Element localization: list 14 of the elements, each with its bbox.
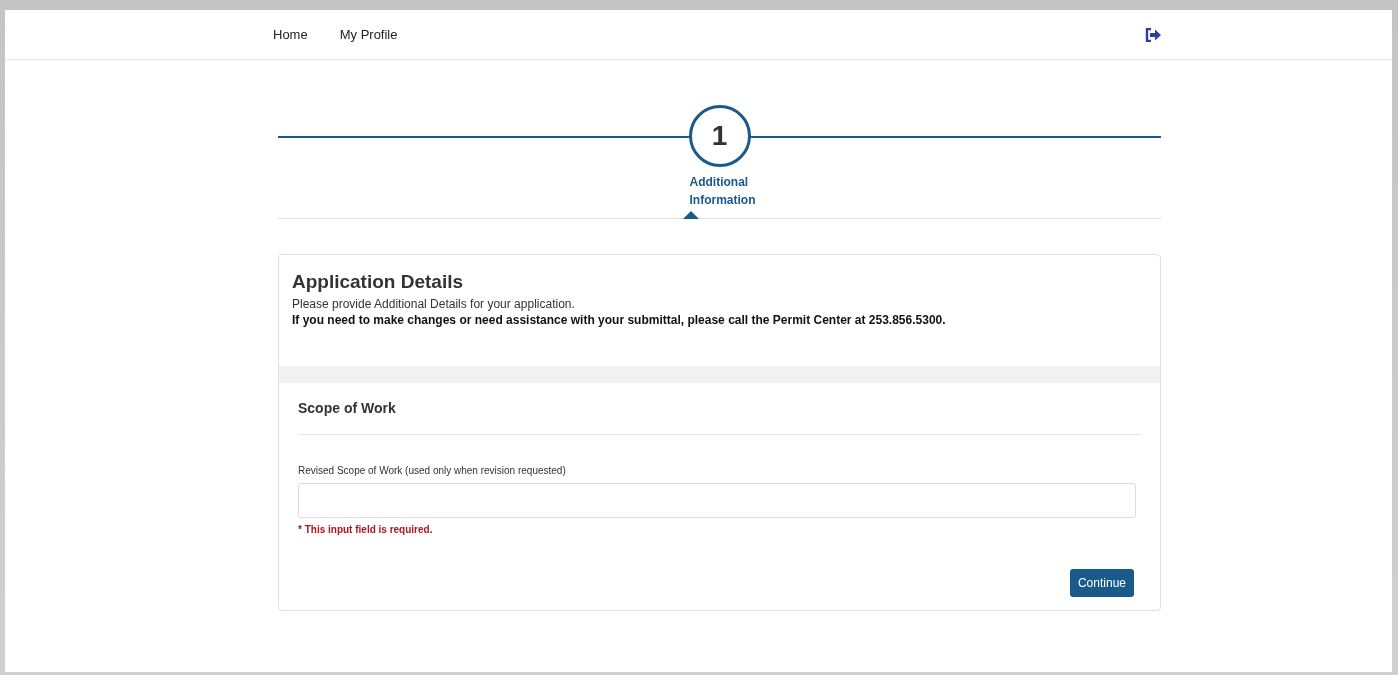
section-title: Scope of Work — [298, 400, 1141, 435]
error-message: * This input field is required. — [298, 524, 434, 535]
current-step-pointer — [683, 211, 699, 219]
nav-link[interactable]: My Profile — [339, 27, 398, 42]
logout-icon[interactable] — [1145, 27, 1162, 42]
card-title: Application Details — [292, 271, 465, 293]
nav-link[interactable]: Home — [273, 27, 308, 42]
field-label: Revised Scope of Work (used only when revision requested) — [298, 465, 567, 476]
step-number: 1 — [688, 105, 751, 167]
continue-button[interactable]: Continue — [1069, 569, 1134, 597]
intro-text: Please provide Additional Details for your application. — [292, 296, 576, 312]
notice-text: If you need to make changes or need assistance with your submittal, please call the Permit Center at 253.856.5300. — [292, 312, 947, 328]
step-label: Additional Information — [688, 174, 757, 209]
input-field[interactable] — [298, 483, 1136, 518]
